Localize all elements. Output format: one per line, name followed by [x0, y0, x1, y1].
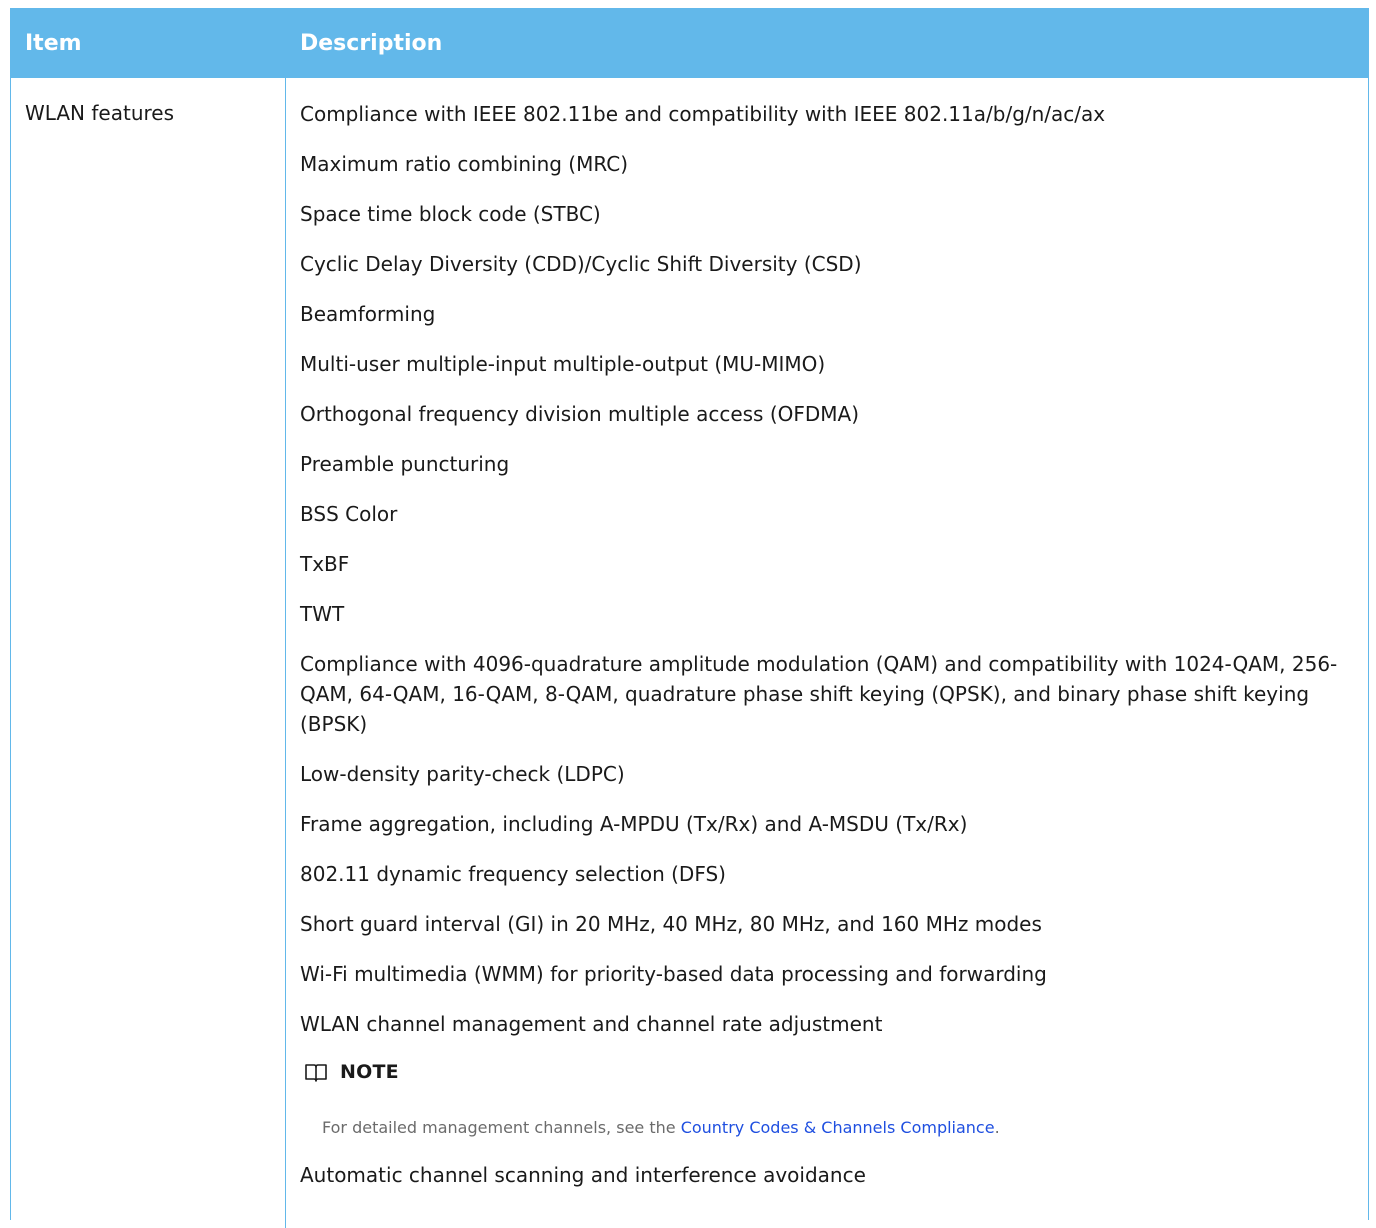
- feature-item: Wi-Fi multimedia (WMM) for priority-base…: [300, 962, 1047, 986]
- header-description: Description: [300, 31, 443, 56]
- feature-item: TWT: [300, 602, 345, 626]
- note-text-before: For detailed management channels, see th…: [322, 1118, 681, 1137]
- feature-item: Maximum ratio combining (MRC): [300, 152, 629, 176]
- note-text-after: .: [994, 1118, 1000, 1137]
- note-box: NOTE For detailed management channels, s…: [304, 1057, 1360, 1139]
- feature-item: Short guard interval (GI) in 20 MHz, 40 …: [300, 912, 1042, 936]
- column-divider: [285, 78, 286, 1228]
- feature-item: TxBF: [300, 552, 350, 576]
- feature-item: Beamforming: [300, 302, 436, 326]
- note-text: For detailed management channels, see th…: [322, 1117, 1360, 1139]
- feature-item: Low-density parity-check (LDPC): [300, 762, 625, 786]
- feature-item: 802.11 dynamic frequency selection (DFS): [300, 862, 726, 886]
- note-header: NOTE: [304, 1057, 1360, 1087]
- feature-item: Orthogonal frequency division multiple a…: [300, 402, 860, 426]
- feature-item: WLAN channel management and channel rate…: [300, 1012, 883, 1036]
- feature-item: Automatic channel scanning and interfere…: [300, 1163, 866, 1187]
- feature-item: Space time block code (STBC): [300, 202, 601, 226]
- feature-item: Preamble puncturing: [300, 452, 510, 476]
- country-codes-link[interactable]: Country Codes & Channels Compliance: [681, 1118, 995, 1137]
- book-icon: [305, 1064, 327, 1082]
- table-header: Item Description: [11, 8, 1368, 78]
- feature-table: Item Description WLAN features Complianc…: [10, 8, 1369, 1228]
- item-cell: WLAN features: [25, 101, 175, 125]
- feature-item: Cyclic Delay Diversity (CDD)/Cyclic Shif…: [300, 252, 862, 276]
- feature-item: Frame aggregation, including A-MPDU (Tx/…: [300, 812, 968, 836]
- header-item: Item: [25, 31, 82, 56]
- description-cell: Compliance with IEEE 802.11be and compat…: [300, 99, 1360, 1210]
- note-title: NOTE: [340, 1061, 399, 1083]
- feature-item: BSS Color: [300, 502, 398, 526]
- feature-item: Compliance with IEEE 802.11be and compat…: [300, 102, 1106, 126]
- feature-item: Compliance with 4096-quadrature amplitud…: [300, 652, 1338, 736]
- feature-item: Multi-user multiple-input multiple-outpu…: [300, 352, 826, 376]
